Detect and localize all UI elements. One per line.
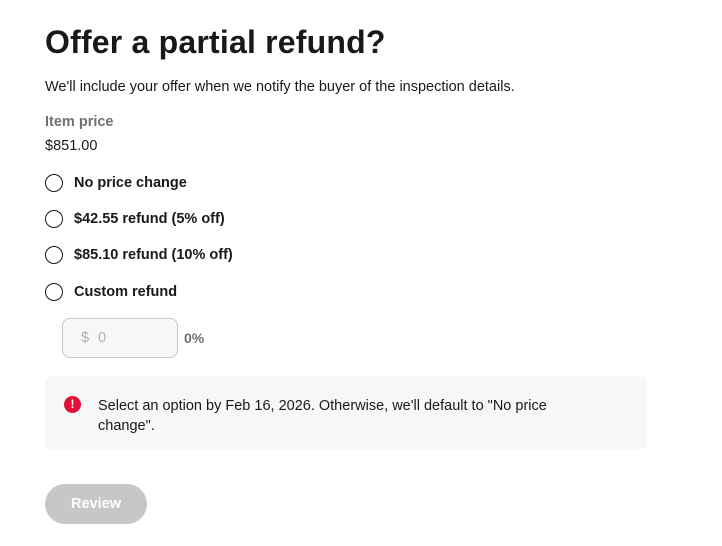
custom-refund-placeholder: 0 <box>98 330 107 346</box>
radio-button[interactable] <box>45 174 63 192</box>
radio-button[interactable] <box>45 210 63 228</box>
option-label: $85.10 refund (10% off) <box>74 247 233 263</box>
deadline-notice: ! Select an option by Feb 16, 2026. Othe… <box>45 376 647 450</box>
custom-refund-percent: 0% <box>184 330 205 346</box>
radio-button[interactable] <box>45 246 63 264</box>
notice-text: Select an option by Feb 16, 2026. Otherw… <box>98 398 547 434</box>
custom-refund-input[interactable]: $ 0 <box>62 318 178 358</box>
option-custom-refund[interactable]: Custom refund <box>45 281 177 303</box>
currency-symbol: $ <box>81 330 90 346</box>
option-label: Custom refund <box>74 284 178 300</box>
review-button[interactable]: Review <box>45 484 147 524</box>
page-title: Offer a partial refund? <box>45 24 386 60</box>
page-subtitle: We'll include your offer when we notify … <box>45 79 515 95</box>
item-price-label: Item price <box>45 114 114 130</box>
alert-circle-icon: ! <box>64 396 81 413</box>
option-10-percent-refund[interactable]: $85.10 refund (10% off) <box>45 244 233 266</box>
option-5-percent-refund[interactable]: $42.55 refund (5% off) <box>45 208 225 230</box>
radio-button[interactable] <box>45 283 63 301</box>
option-label: $42.55 refund (5% off) <box>74 211 225 227</box>
item-price-value: $851.00 <box>45 138 98 154</box>
option-no-price-change[interactable]: No price change <box>45 172 187 194</box>
option-label: No price change <box>74 175 187 191</box>
